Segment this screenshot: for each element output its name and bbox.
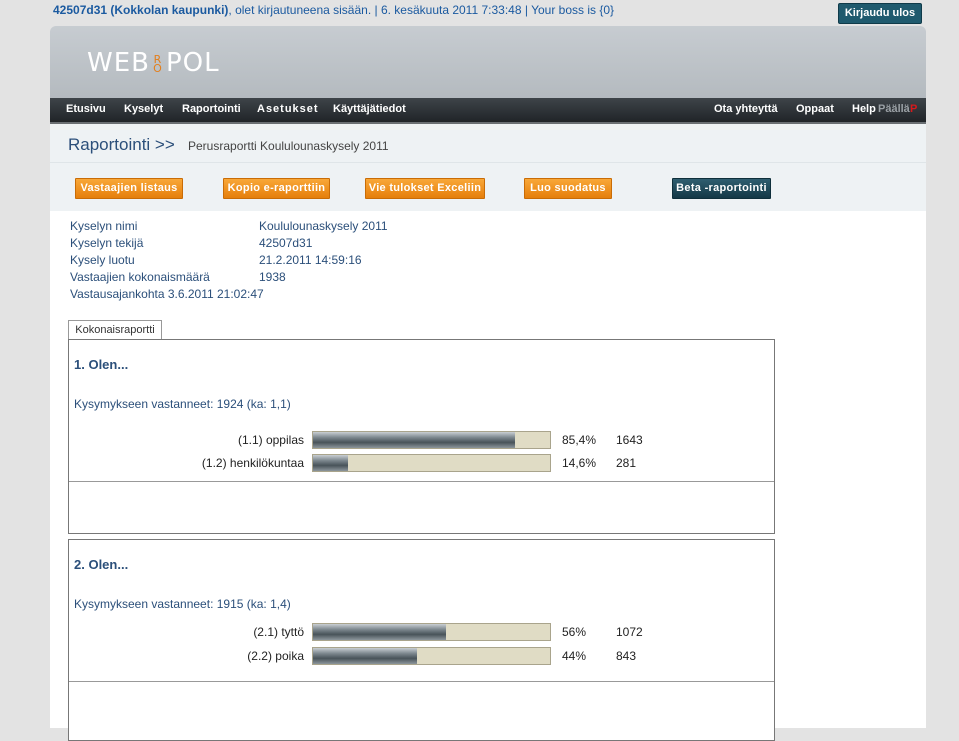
- main-content: Raportointi >> Perusraportti Koululounas…: [50, 124, 926, 741]
- logo-text-web: WEB: [87, 48, 150, 78]
- info-value: 42507d31: [259, 236, 313, 250]
- info-value: 21.2.2011 14:59:16: [259, 253, 362, 267]
- logout-button[interactable]: Kirjaudu ulos: [838, 3, 922, 24]
- option-bar: [312, 431, 551, 449]
- report-actions: Vastaajien listaus Kopio e-raporttiin Vi…: [50, 163, 926, 211]
- breadcrumb: Raportointi >> Perusraportti Koululounas…: [50, 124, 926, 163]
- info-key: Vastausajankohta 3.6.2011 21:02:47: [70, 287, 264, 301]
- user-org: (Kokkolan kaupunki): [110, 3, 229, 17]
- info-key: Vastaajien kokonaismäärä: [70, 270, 210, 284]
- nav-kayttajatiedot[interactable]: Käyttäjätiedot: [333, 103, 406, 115]
- option-count: 1643: [616, 433, 643, 447]
- page-title[interactable]: Raportointi >>: [68, 135, 175, 155]
- info-key: Kysely luotu: [70, 253, 135, 267]
- nav-contact[interactable]: Ota yhteyttä: [714, 103, 778, 115]
- option-percent: 44%: [562, 649, 587, 663]
- answer-count: Kysymykseen vastanneet: 1915 (ka: 1,4): [74, 597, 291, 611]
- brand-banner: WEB R O POL: [50, 26, 926, 98]
- nav-asetukset[interactable]: Asetukset: [257, 103, 319, 115]
- nav-kyselyt[interactable]: Kyselyt: [124, 103, 163, 115]
- question-block: 2. Olen... Kysymykseen vastanneet: 1915 …: [68, 539, 775, 741]
- info-key: Kyselyn nimi: [70, 219, 138, 233]
- question-footer: [69, 681, 774, 733]
- top-bar: 42507d31 (Kokkolan kaupunki), olet kirja…: [0, 0, 959, 26]
- nav-help[interactable]: Help: [852, 103, 876, 115]
- nav-etusivu[interactable]: Etusivu: [66, 103, 106, 115]
- export-excel-button[interactable]: Vie tulokset Exceliin: [365, 178, 485, 199]
- option-percent: 56%: [562, 625, 587, 639]
- option-bar-fill: [313, 432, 516, 448]
- beta-reporting-button[interactable]: Beta -raportointi: [672, 178, 771, 199]
- question-header: 1. Olen... Kysymykseen vastanneet: 1924 …: [69, 340, 774, 482]
- answer-count: Kysymykseen vastanneet: 1924 (ka: 1,1): [74, 397, 291, 411]
- question-title: 2. Olen...: [74, 557, 129, 572]
- login-info-text: , olet kirjautuneena sisään. | 6. kesäku…: [228, 3, 615, 17]
- option-bar-fill: [313, 624, 446, 640]
- copy-to-ereport-button[interactable]: Kopio e-raporttiin: [223, 178, 330, 199]
- option-label: (2.1) tyttö: [253, 625, 304, 639]
- info-value: Koululounaskysely 2011: [259, 219, 388, 233]
- option-count: 281: [616, 456, 637, 470]
- answer-option: (2.2) poika 44% 843: [69, 646, 774, 666]
- option-bar: [312, 647, 551, 665]
- option-bar-fill: [313, 648, 418, 664]
- option-bar: [312, 623, 551, 641]
- question-footer: [69, 481, 774, 533]
- option-count: 843: [616, 649, 637, 663]
- logo-ro-mark: RO: [151, 54, 165, 75]
- report-name: Perusraportti Koululounaskysely 2011: [188, 139, 389, 153]
- help-toggle-state[interactable]: Päällä: [878, 103, 910, 115]
- logo-text-pol: POL: [165, 48, 220, 78]
- nav-guides[interactable]: Oppaat: [796, 103, 834, 115]
- answer-option: (2.1) tyttö 56% 1072: [69, 622, 774, 642]
- flag-icon[interactable]: P: [910, 103, 917, 115]
- nav-raportointi[interactable]: Raportointi: [182, 103, 241, 115]
- question-title: 1. Olen...: [74, 357, 129, 372]
- option-label: (1.2) henkilökuntaa: [201, 456, 304, 470]
- option-bar: [312, 454, 551, 472]
- create-filter-button[interactable]: Luo suodatus: [524, 178, 612, 199]
- option-percent: 14,6%: [562, 456, 597, 470]
- tab-kokonaisraportti[interactable]: Kokonaisraportti: [68, 320, 162, 339]
- option-percent: 85,4%: [562, 433, 597, 447]
- logo-ro-bottom: O: [153, 61, 163, 75]
- question-block: 1. Olen... Kysymykseen vastanneet: 1924 …: [68, 339, 775, 534]
- option-count: 1072: [616, 625, 643, 639]
- info-key: Kyselyn tekijä: [70, 236, 144, 250]
- login-status: 42507d31 (Kokkolan kaupunki), olet kirja…: [53, 3, 614, 17]
- respondent-list-button[interactable]: Vastaajien listaus: [75, 178, 183, 199]
- answer-option: (1.1) oppilas 85,4% 1643: [69, 430, 774, 450]
- webropol-logo[interactable]: WEB R O POL: [87, 48, 220, 78]
- answer-option: (1.2) henkilökuntaa 14,6% 281: [69, 453, 774, 473]
- option-bar-fill: [313, 455, 348, 471]
- option-label: (1.1) oppilas: [237, 433, 304, 447]
- user-id: 42507d31: [53, 3, 108, 17]
- question-header: 2. Olen... Kysymykseen vastanneet: 1915 …: [69, 540, 774, 682]
- main-nav: Etusivu Kyselyt Raportointi Asetukset Kä…: [50, 98, 926, 124]
- info-value: 1938: [259, 270, 286, 284]
- option-label: (2.2) poika: [247, 649, 304, 663]
